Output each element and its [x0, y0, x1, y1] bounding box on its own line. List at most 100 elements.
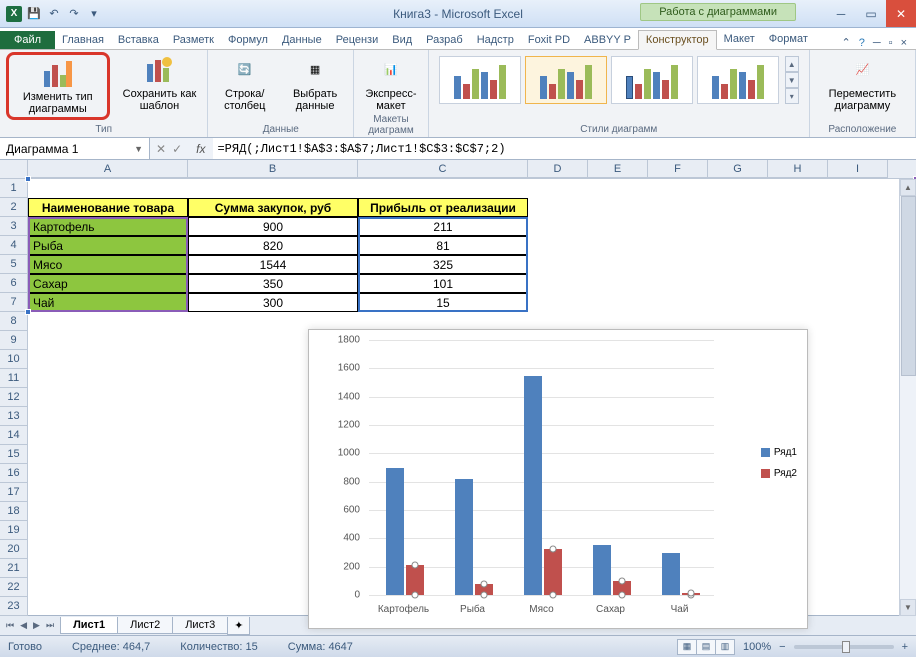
- chart-style-3[interactable]: [611, 56, 693, 104]
- row-header-10[interactable]: 10: [0, 350, 27, 369]
- change-chart-type-button[interactable]: Изменить тип диаграммы: [6, 52, 110, 120]
- scroll-thumb[interactable]: [901, 196, 916, 376]
- chart-legend[interactable]: Ряд1 Ряд2: [761, 440, 797, 486]
- zoom-level[interactable]: 100%: [743, 641, 771, 653]
- cell-B3[interactable]: 900: [188, 217, 358, 236]
- tab-макет[interactable]: Макет: [717, 30, 762, 49]
- workbook-close-icon[interactable]: ×: [898, 37, 910, 49]
- chart-style-2[interactable]: [525, 56, 607, 104]
- cell-C7[interactable]: 15: [358, 293, 528, 312]
- cell-B2[interactable]: Сумма закупок, руб: [188, 198, 358, 217]
- chart-bar-Ряд1-Мясо[interactable]: [524, 376, 542, 595]
- save-icon[interactable]: 💾: [26, 6, 42, 22]
- fx-icon[interactable]: fx: [188, 142, 213, 156]
- col-header-A[interactable]: A: [28, 160, 188, 178]
- tab-конструктор[interactable]: Конструктор: [638, 30, 717, 50]
- undo-icon[interactable]: ↶: [46, 6, 62, 22]
- close-button[interactable]: ✕: [886, 0, 916, 27]
- quick-layout-button[interactable]: 📊 Экспресс-макет: [360, 52, 422, 114]
- cell-B7[interactable]: 300: [188, 293, 358, 312]
- row-header-20[interactable]: 20: [0, 540, 27, 559]
- row-header-18[interactable]: 18: [0, 502, 27, 521]
- row-header-12[interactable]: 12: [0, 388, 27, 407]
- row-header-19[interactable]: 19: [0, 521, 27, 540]
- move-chart-button[interactable]: 📈 Переместить диаграмму: [816, 52, 909, 114]
- cell-C4[interactable]: 81: [358, 236, 528, 255]
- select-all-corner[interactable]: [0, 160, 28, 179]
- tab-foxit pd[interactable]: Foxit PD: [521, 31, 577, 49]
- col-header-G[interactable]: G: [708, 160, 768, 178]
- tab-abbyy p[interactable]: ABBYY P: [577, 31, 638, 49]
- row-header-14[interactable]: 14: [0, 426, 27, 445]
- gallery-more-icon[interactable]: ▾: [785, 88, 799, 104]
- maximize-button[interactable]: ▭: [856, 0, 886, 27]
- row-header-16[interactable]: 16: [0, 464, 27, 483]
- cell-B4[interactable]: 820: [188, 236, 358, 255]
- cancel-formula-icon[interactable]: ✕: [156, 142, 166, 156]
- cell-A6[interactable]: Сахар: [28, 274, 188, 293]
- workbook-min-icon[interactable]: ─: [870, 37, 884, 49]
- tab-надстр[interactable]: Надстр: [470, 31, 521, 49]
- col-header-B[interactable]: B: [188, 160, 358, 178]
- cell-C3[interactable]: 211: [358, 217, 528, 236]
- tab-главная[interactable]: Главная: [55, 31, 111, 49]
- scroll-down-icon[interactable]: ▼: [900, 599, 916, 616]
- sheet-tab-Лист3[interactable]: Лист3: [172, 617, 228, 634]
- tab-разметк[interactable]: Разметк: [166, 31, 221, 49]
- new-sheet-button[interactable]: ✦: [227, 617, 250, 635]
- col-header-E[interactable]: E: [588, 160, 648, 178]
- cell-B6[interactable]: 350: [188, 274, 358, 293]
- row-header-17[interactable]: 17: [0, 483, 27, 502]
- chart-style-4[interactable]: [697, 56, 779, 104]
- minimize-ribbon-icon[interactable]: ⌃: [839, 36, 854, 49]
- formula-bar[interactable]: =РЯД(;Лист1!$A$3:$A$7;Лист1!$C$3:$C$7;2): [213, 138, 916, 159]
- zoom-slider[interactable]: [794, 645, 894, 649]
- workbook-max-icon[interactable]: ▫: [886, 37, 896, 49]
- page-break-view-icon[interactable]: ▥: [715, 639, 735, 655]
- row-header-23[interactable]: 23: [0, 597, 27, 616]
- zoom-out-icon[interactable]: −: [779, 641, 785, 653]
- cell-C5[interactable]: 325: [358, 255, 528, 274]
- col-header-D[interactable]: D: [528, 160, 588, 178]
- col-header-C[interactable]: C: [358, 160, 528, 178]
- tab-разраб[interactable]: Разраб: [419, 31, 470, 49]
- row-header-6[interactable]: 6: [0, 274, 27, 293]
- tab-формат[interactable]: Формат: [762, 30, 815, 49]
- row-header-8[interactable]: 8: [0, 312, 27, 331]
- enter-formula-icon[interactable]: ✓: [172, 142, 182, 156]
- row-header-22[interactable]: 22: [0, 578, 27, 597]
- col-header-I[interactable]: I: [828, 160, 888, 178]
- vertical-scrollbar[interactable]: ▲ ▼: [899, 179, 916, 616]
- row-header-11[interactable]: 11: [0, 369, 27, 388]
- cell-C2[interactable]: Прибыль от реализации: [358, 198, 528, 217]
- minimize-button[interactable]: ─: [826, 0, 856, 27]
- last-sheet-icon[interactable]: ⏭: [44, 620, 56, 631]
- cell-A5[interactable]: Мясо: [28, 255, 188, 274]
- row-header-1[interactable]: 1: [0, 179, 27, 198]
- gallery-down-icon[interactable]: ▼: [785, 72, 799, 88]
- col-header-F[interactable]: F: [648, 160, 708, 178]
- sheet-tab-Лист1[interactable]: Лист1: [60, 617, 118, 634]
- select-data-button[interactable]: ▦ Выбрать данные: [283, 52, 347, 114]
- page-layout-view-icon[interactable]: ▤: [696, 639, 716, 655]
- chart-bar-Ряд1-Сахар[interactable]: [593, 545, 611, 595]
- namebox-dropdown-icon[interactable]: ▼: [134, 144, 143, 154]
- tab-file[interactable]: Файл: [0, 31, 55, 49]
- row-header-5[interactable]: 5: [0, 255, 27, 274]
- switch-row-column-button[interactable]: 🔄 Строка/столбец: [214, 52, 275, 114]
- chart-bar-Ряд1-Рыба[interactable]: [455, 479, 473, 595]
- chart-bar-Ряд2-Мясо[interactable]: [544, 549, 562, 595]
- row-header-7[interactable]: 7: [0, 293, 27, 312]
- row-header-9[interactable]: 9: [0, 331, 27, 350]
- next-sheet-icon[interactable]: ▶: [31, 620, 42, 631]
- row-header-3[interactable]: 3: [0, 217, 27, 236]
- chart-style-1[interactable]: [439, 56, 521, 104]
- tab-формул[interactable]: Формул: [221, 31, 275, 49]
- name-box[interactable]: Диаграмма 1 ▼: [0, 138, 150, 159]
- cell-B5[interactable]: 1544: [188, 255, 358, 274]
- tab-рецензи[interactable]: Рецензи: [329, 31, 386, 49]
- col-header-H[interactable]: H: [768, 160, 828, 178]
- cell-A4[interactable]: Рыба: [28, 236, 188, 255]
- help-icon[interactable]: ?: [856, 37, 868, 49]
- row-header-2[interactable]: 2: [0, 198, 27, 217]
